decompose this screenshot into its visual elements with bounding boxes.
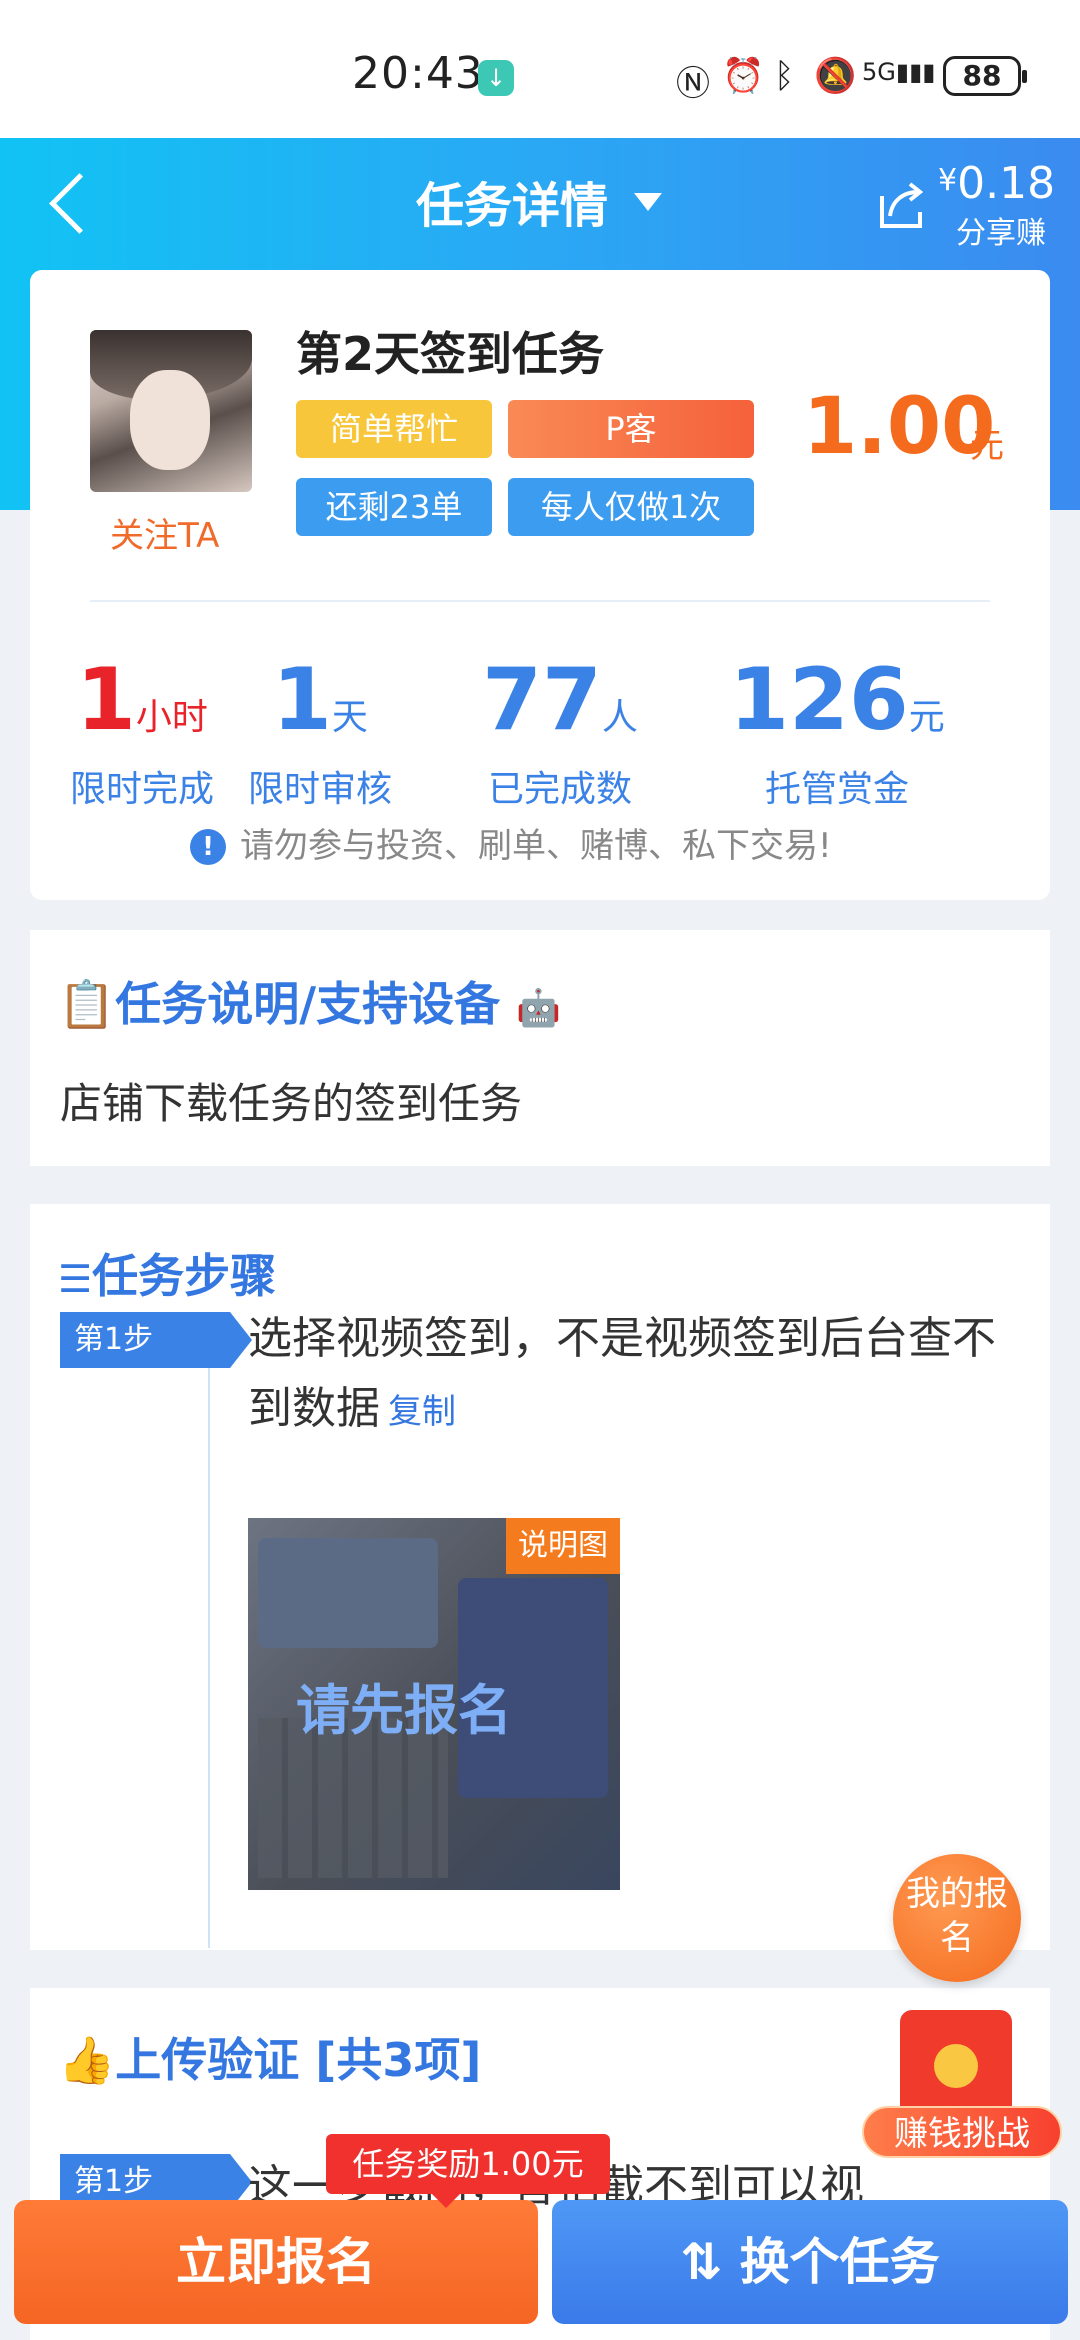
timeline-line [208, 1368, 210, 1948]
steps-card: ☰任务步骤 第1步 选择视频签到，不是视频签到后台查不到数据 复制 说明图 请先报… [30, 1204, 1050, 1950]
description-title: 📋任务说明/支持设备 🤖 [58, 977, 561, 1031]
avatar[interactable] [90, 330, 252, 492]
reward-tooltip: 任务奖励1.00元 [326, 2134, 610, 2208]
alarm-icon: ⏰ [722, 56, 765, 96]
stat-escrow-reward: 126元 托管赏金 [729, 650, 945, 810]
signup-button[interactable]: 立即报名 [14, 2200, 538, 2324]
tag-simple-help: 简单帮忙 [296, 400, 492, 458]
switch-task-button[interactable]: ⇅ 换个任务 [552, 2200, 1068, 2324]
image-label: 说明图 [506, 1518, 620, 1574]
image-overlay-text: 请先报名 [296, 1679, 512, 1742]
android-icon: 🤖 [516, 988, 561, 1029]
description-text: 店铺下载任务的签到任务 [60, 1079, 523, 1128]
download-icon: ↓ [478, 60, 514, 96]
bluetooth-icon: ᛒ [774, 56, 795, 96]
thumbs-up-icon: 👍 [58, 2033, 116, 2087]
share-icon[interactable] [876, 176, 926, 232]
page-title[interactable]: 任务详情 [416, 166, 608, 236]
instruction-image[interactable]: 说明图 请先报名 [248, 1518, 620, 1890]
chevron-down-icon[interactable] [634, 193, 662, 211]
mute-icon: 🔕 [814, 56, 857, 96]
share-earn-label[interactable]: 分享赚 [956, 208, 1046, 252]
status-bar: 20:43 ↓ Ⓝ ⏰ ᛒ 🔕 5G▮▮▮ 88 [0, 0, 1080, 138]
alert-icon: ! [190, 829, 226, 865]
follow-button[interactable]: 关注TA [110, 508, 219, 557]
my-signup-button[interactable]: 我的报名 [893, 1854, 1021, 1982]
timeline-dot [202, 2174, 216, 2188]
stat-completed: 77人 已完成数 [482, 650, 638, 810]
tag-once-per-person: 每人仅做1次 [508, 478, 754, 536]
swap-icon: ⇅ [680, 2233, 740, 2291]
copy-button[interactable]: 复制 [388, 1392, 456, 1432]
list-search-icon: ☰ [58, 1257, 93, 1301]
earn-challenge-button[interactable]: 赚钱挑战 [862, 2010, 1066, 2164]
stat-review-limit: 1天 限时审核 [247, 650, 392, 810]
reward-price-unit: 元 [970, 426, 1004, 466]
signal-icon: 5G▮▮▮ [862, 58, 936, 86]
verify-title: 👍上传验证 [共3项] [58, 2033, 482, 2087]
nfc-icon: Ⓝ [676, 64, 710, 104]
share-earn-amount[interactable]: ¥0.18 [938, 158, 1055, 209]
divider [90, 600, 990, 602]
clock: 20:43 [352, 48, 484, 99]
description-card: 📋任务说明/支持设备 🤖 店铺下载任务的签到任务 [30, 930, 1050, 1166]
timeline-dot [202, 1332, 216, 1346]
reward-price: 1.00 [803, 382, 996, 472]
step-text: 选择视频签到，不是视频签到后台查不到数据 复制 [248, 1313, 996, 1434]
steps-title: ☰任务步骤 [58, 1249, 277, 1303]
task-info-card: 关注TA 第2天签到任务 简单帮忙 P客 还剩23单 每人仅做1次 1.00 元… [30, 270, 1050, 900]
tag-pke: P客 [508, 400, 754, 458]
tag-remaining: 还剩23单 [296, 478, 492, 536]
back-icon[interactable] [44, 170, 94, 240]
task-title: 第2天签到任务 [296, 327, 605, 381]
battery-icon: 88 [943, 56, 1027, 96]
warning-notice: ! 请勿参与投资、刷单、赌博、私下交易! [190, 818, 832, 867]
clipboard-icon: 📋 [58, 977, 116, 1031]
